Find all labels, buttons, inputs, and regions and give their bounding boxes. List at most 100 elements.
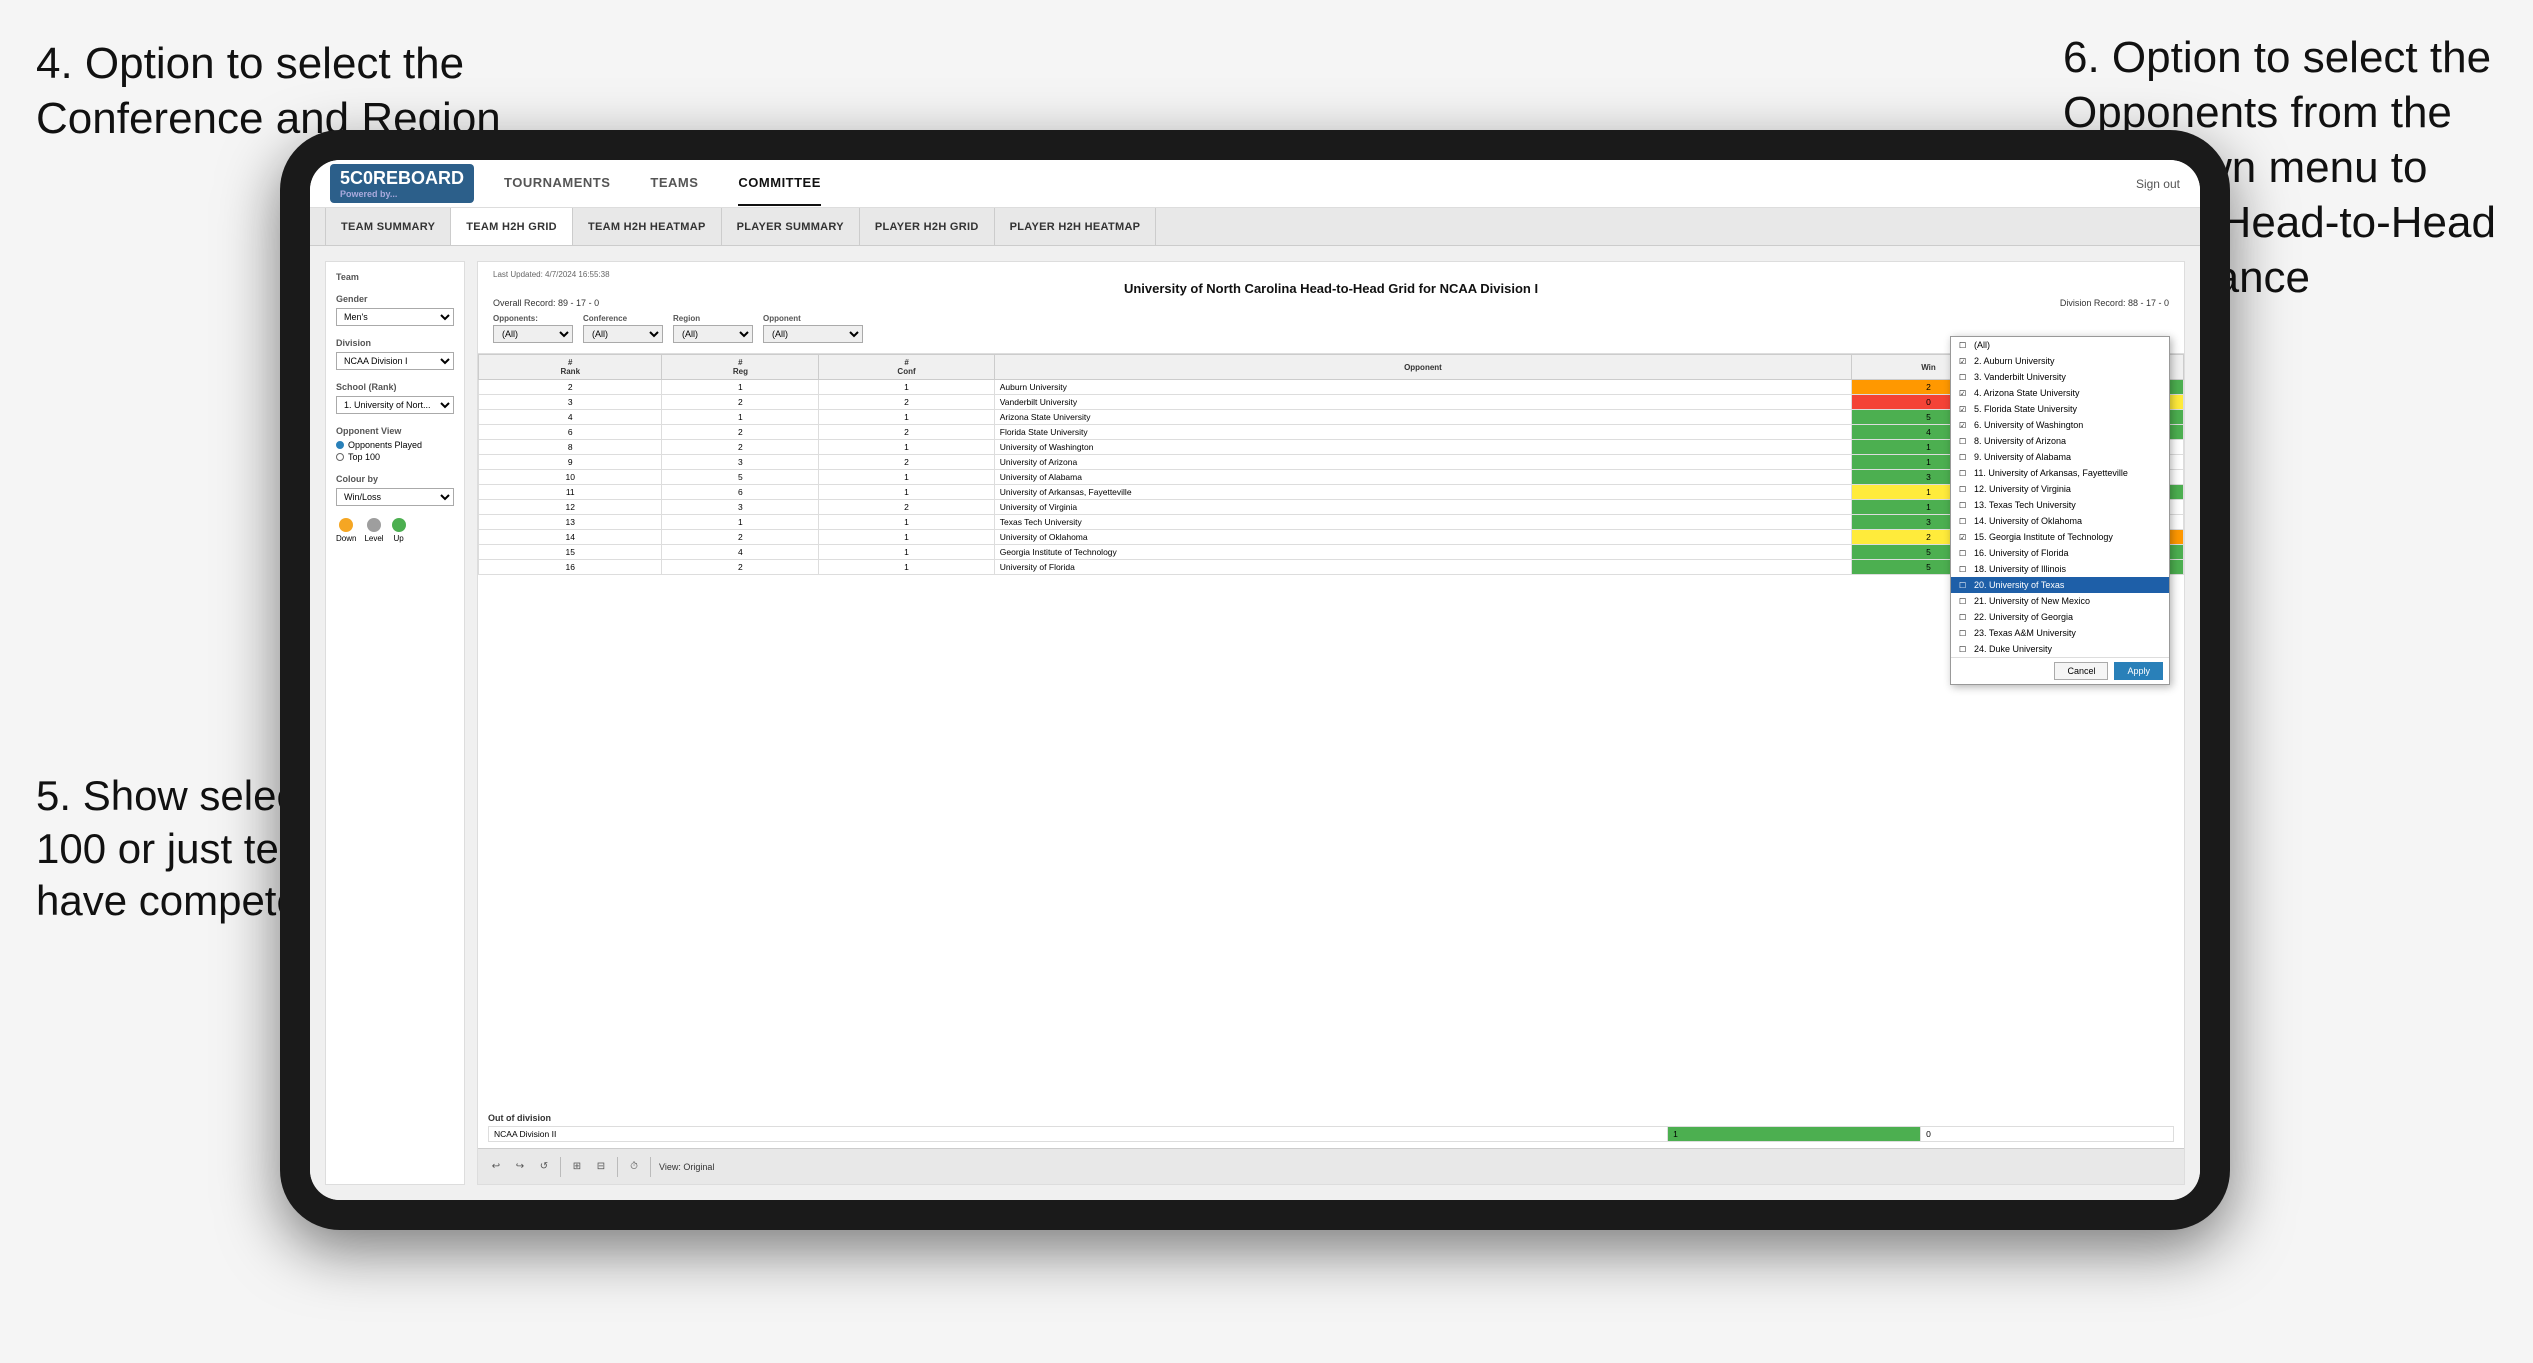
cell-reg: 6 xyxy=(662,485,819,500)
table-row: 9 3 2 University of Arizona 1 0 xyxy=(479,455,2184,470)
cell-conf: 1 xyxy=(819,560,994,575)
subnav-player-summary[interactable]: PLAYER SUMMARY xyxy=(722,208,860,245)
subnav-team-summary[interactable]: TEAM SUMMARY xyxy=(325,208,451,245)
table-row: 4 1 1 Arizona State University 5 1 xyxy=(479,410,2184,425)
legend-label-level: Level xyxy=(364,534,383,543)
app-logo: 5C0REBOARD Powered by... xyxy=(330,164,474,203)
conference-filter-select[interactable]: (All) xyxy=(583,325,663,343)
clock-icon[interactable]: ⏱ xyxy=(626,1159,642,1175)
region-filter-select[interactable]: (All) xyxy=(673,325,753,343)
dd-label: 23. Texas A&M University xyxy=(1974,628,2076,638)
dropdown-item[interactable]: ☐ 22. University of Georgia xyxy=(1951,609,2169,625)
cell-conf: 1 xyxy=(819,530,994,545)
grid-title: University of North Carolina Head-to-Hea… xyxy=(493,281,2169,296)
dropdown-item[interactable]: ☐ 24. Duke University xyxy=(1951,641,2169,657)
dropdown-item[interactable]: ☐ 11. University of Arkansas, Fayettevil… xyxy=(1951,465,2169,481)
apply-button[interactable]: Apply xyxy=(2114,662,2163,680)
dropdown-item[interactable]: ☐ 3. Vanderbilt University xyxy=(1951,369,2169,385)
cell-reg: 2 xyxy=(662,530,819,545)
out-of-division: Out of division NCAA Division II 1 0 xyxy=(478,1107,2184,1148)
cell-conf: 2 xyxy=(819,395,994,410)
opponents-filter-select[interactable]: (All) xyxy=(493,325,573,343)
team-section: Team xyxy=(336,272,454,282)
grid-icon[interactable]: ⊟ xyxy=(593,1159,609,1175)
dropdown-item[interactable]: ☐ 20. University of Texas xyxy=(1951,577,2169,593)
subnav-team-h2h-grid[interactable]: TEAM H2H GRID xyxy=(451,208,573,245)
dropdown-item[interactable]: ☑ 15. Georgia Institute of Technology xyxy=(1951,529,2169,545)
opponents-filter: Opponents: (All) xyxy=(493,314,573,343)
division-record: Division Record: 88 - 17 - 0 xyxy=(2060,298,2169,308)
refresh-icon[interactable]: ↺ xyxy=(536,1159,552,1175)
radio-opponents-played[interactable]: Opponents Played xyxy=(336,440,454,450)
toolbar-separator-3 xyxy=(650,1157,651,1177)
undo-icon[interactable]: ↩ xyxy=(488,1159,504,1175)
table-row: 6 2 2 Florida State University 4 2 xyxy=(479,425,2184,440)
school-select[interactable]: 1. University of Nort... xyxy=(336,396,454,414)
subnav-team-h2h-heatmap[interactable]: TEAM H2H HEATMAP xyxy=(573,208,722,245)
dropdown-item[interactable]: ☐ 18. University of Illinois xyxy=(1951,561,2169,577)
cancel-button[interactable]: Cancel xyxy=(2054,662,2108,680)
colour-select[interactable]: Win/Loss xyxy=(336,488,454,506)
opponents-played-label: Opponents Played xyxy=(348,440,422,450)
opponent-dropdown[interactable]: ☐ (All) ☑ 2. Auburn University ☐ 3. Vand… xyxy=(1950,336,2170,685)
division-loss: 0 xyxy=(1921,1127,2174,1142)
logo-sub: Powered by... xyxy=(340,189,464,199)
dropdown-item[interactable]: ☐ 8. University of Arizona xyxy=(1951,433,2169,449)
dropdown-list: ☐ (All) ☑ 2. Auburn University ☐ 3. Vand… xyxy=(1951,337,2169,657)
dropdown-item[interactable]: ☐ 13. Texas Tech University xyxy=(1951,497,2169,513)
dropdown-item[interactable]: ☑ 6. University of Washington xyxy=(1951,417,2169,433)
legend-down: Down xyxy=(336,518,356,543)
dropdown-item[interactable]: ☑ 4. Arizona State University xyxy=(1951,385,2169,401)
opponent-filter: Opponent (All) xyxy=(763,314,863,343)
legend-up: Up xyxy=(392,518,406,543)
table-row: 11 6 1 University of Arkansas, Fayettevi… xyxy=(479,485,2184,500)
dropdown-item[interactable]: ☐ 23. Texas A&M University xyxy=(1951,625,2169,641)
nav-tournaments[interactable]: TOURNAMENTS xyxy=(504,161,610,206)
cell-rank: 9 xyxy=(479,455,662,470)
gender-select[interactable]: Men's xyxy=(336,308,454,326)
nav-teams[interactable]: TEAMS xyxy=(650,161,698,206)
cell-reg: 4 xyxy=(662,545,819,560)
dd-checkbox: ☐ xyxy=(1959,485,1969,494)
dropdown-item[interactable]: ☐ 12. University of Virginia xyxy=(1951,481,2169,497)
gender-section: Gender Men's xyxy=(336,294,454,326)
division-select[interactable]: NCAA Division I xyxy=(336,352,454,370)
school-label: School (Rank) xyxy=(336,382,454,392)
dd-checkbox: ☐ xyxy=(1959,517,1969,526)
dropdown-item[interactable]: ☐ 14. University of Oklahoma xyxy=(1951,513,2169,529)
view-label: View: Original xyxy=(659,1162,714,1172)
legend-label-down: Down xyxy=(336,534,356,543)
cell-reg: 1 xyxy=(662,410,819,425)
dd-checkbox: ☑ xyxy=(1959,533,1969,542)
opponent-filter-select[interactable]: (All) xyxy=(763,325,863,343)
dropdown-item[interactable]: ☑ 2. Auburn University xyxy=(1951,353,2169,369)
cell-reg: 1 xyxy=(662,515,819,530)
overall-record-label: Overall Record: xyxy=(493,298,556,308)
col-conf: #Conf xyxy=(819,355,994,380)
dropdown-item[interactable]: ☑ 5. Florida State University xyxy=(1951,401,2169,417)
cell-rank: 4 xyxy=(479,410,662,425)
table-row: 12 3 2 University of Virginia 1 0 xyxy=(479,500,2184,515)
dropdown-item[interactable]: ☐ (All) xyxy=(1951,337,2169,353)
dropdown-item[interactable]: ☐ 9. University of Alabama xyxy=(1951,449,2169,465)
radio-top-100[interactable]: Top 100 xyxy=(336,452,454,462)
nav-committee[interactable]: COMMITTEE xyxy=(738,161,821,206)
subnav-player-h2h-grid[interactable]: PLAYER H2H GRID xyxy=(860,208,995,245)
grid-records: Overall Record: 89 - 17 - 0 Division Rec… xyxy=(493,298,2169,308)
division-label: Division xyxy=(336,338,454,348)
dd-checkbox: ☑ xyxy=(1959,421,1969,430)
dropdown-item[interactable]: ☐ 21. University of New Mexico xyxy=(1951,593,2169,609)
nav-sign-out[interactable]: Sign out xyxy=(2136,177,2180,191)
cell-opponent: University of Arkansas, Fayetteville xyxy=(994,485,1851,500)
cell-rank: 2 xyxy=(479,380,662,395)
dropdown-item[interactable]: ☐ 16. University of Florida xyxy=(1951,545,2169,561)
dd-checkbox: ☑ xyxy=(1959,405,1969,414)
cell-reg: 2 xyxy=(662,440,819,455)
copy-icon[interactable]: ⊞ xyxy=(569,1159,585,1175)
redo-icon[interactable]: ↪ xyxy=(512,1159,528,1175)
toolbar-separator xyxy=(560,1157,561,1177)
subnav-player-h2h-heatmap[interactable]: PLAYER H2H HEATMAP xyxy=(995,208,1157,245)
colour-label: Colour by xyxy=(336,474,454,484)
dd-label: 5. Florida State University xyxy=(1974,404,2077,414)
legend: Down Level Up xyxy=(336,518,454,543)
